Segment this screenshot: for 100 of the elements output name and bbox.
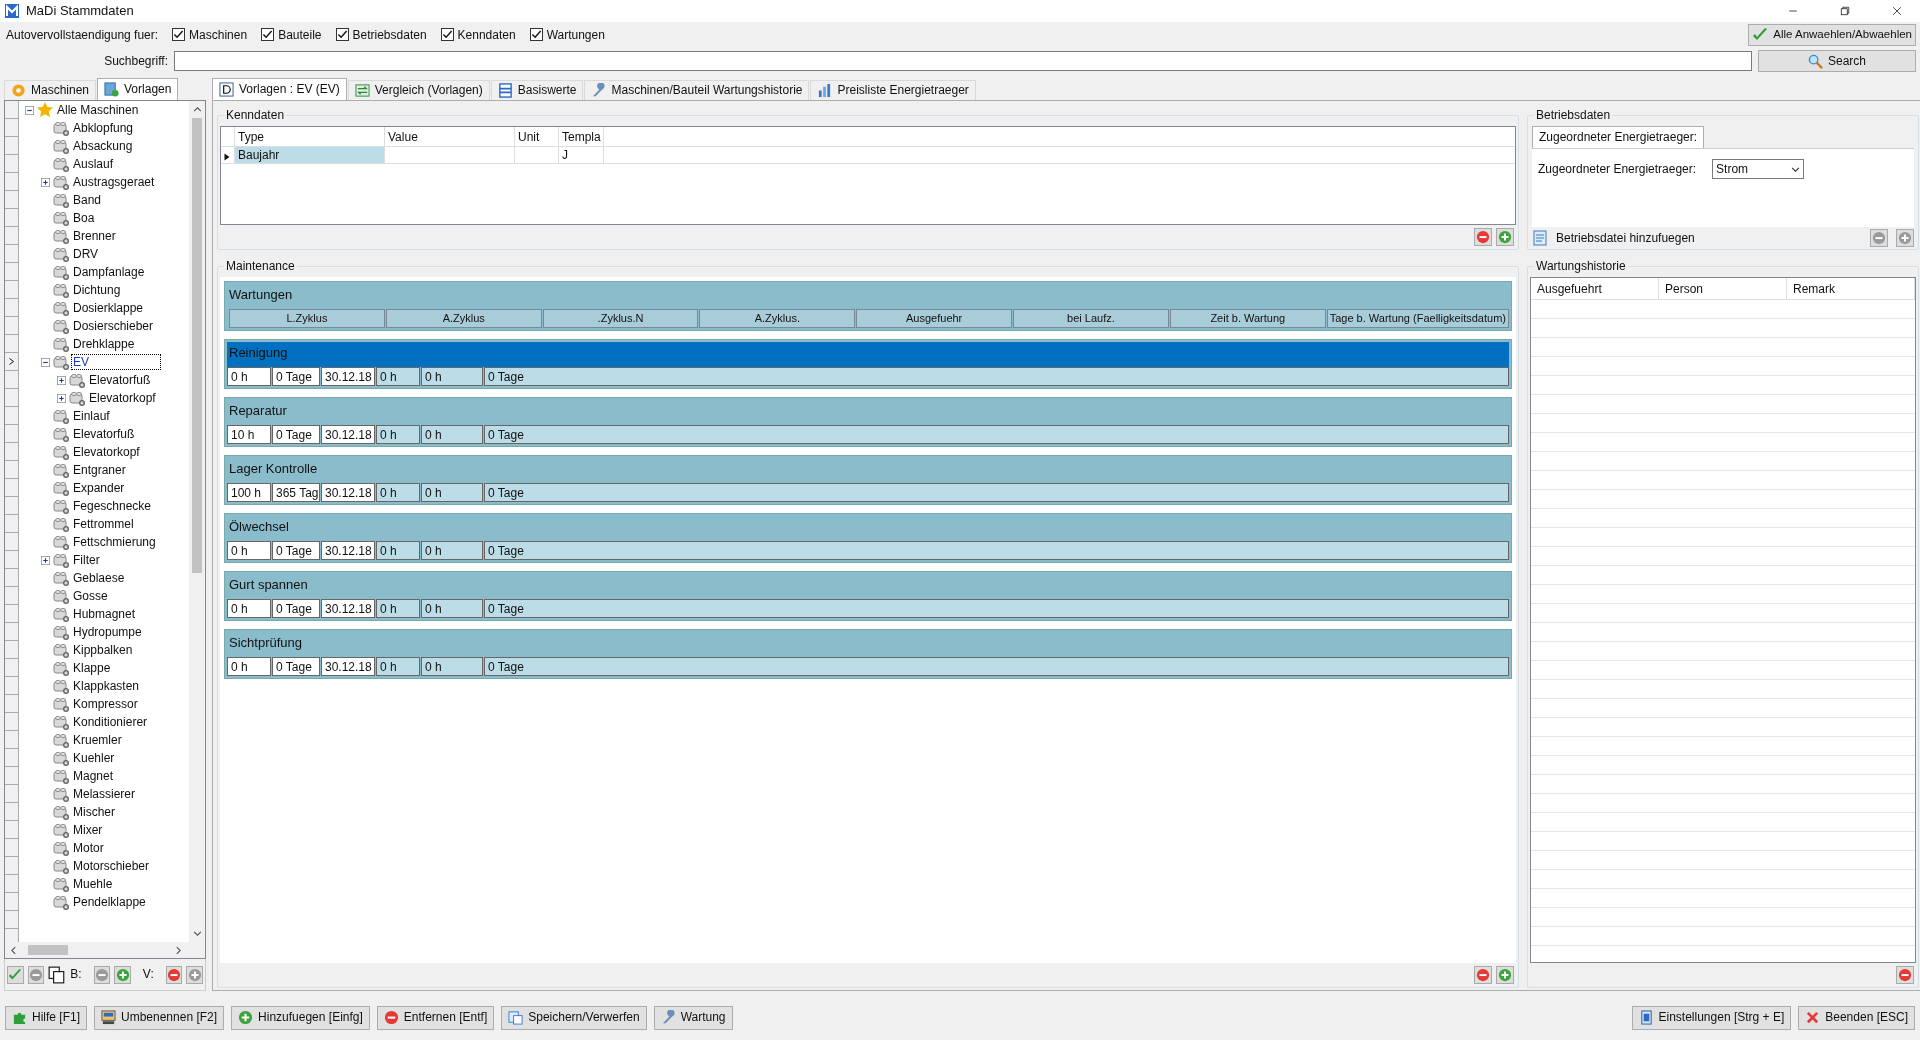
- checkbox-box[interactable]: [261, 28, 275, 42]
- tree-item[interactable]: Abklopfung: [72, 120, 135, 136]
- tree-item[interactable]: Dampfanlage: [72, 264, 146, 280]
- tree-item[interactable]: Expander: [72, 480, 126, 496]
- remove-button[interactable]: [165, 965, 183, 984]
- tree-item[interactable]: Kuehler: [72, 750, 116, 766]
- toolbar-button[interactable]: Beenden [ESC]: [1798, 1005, 1915, 1030]
- tab[interactable]: Vorlagen: [97, 78, 179, 100]
- tree-item[interactable]: Geblaese: [72, 570, 126, 586]
- toolbar-button[interactable]: Hinzufuegen [Einfg]: [231, 1005, 370, 1030]
- tree-item[interactable]: Mischer: [72, 804, 116, 820]
- tree-item[interactable]: Motor: [72, 840, 105, 856]
- tab[interactable]: Vergleich (Vorlagen): [347, 80, 490, 100]
- tree-item[interactable]: Elevatorfuß: [72, 426, 136, 442]
- tree-item[interactable]: Hubmagnet: [72, 606, 137, 622]
- tree-item[interactable]: Muehle: [72, 876, 114, 892]
- toolbar-button[interactable]: Entfernen [Entf]: [376, 1005, 495, 1030]
- tree-item[interactable]: Klappkasten: [72, 678, 141, 694]
- tab[interactable]: Vorlagen : EV (EV): [212, 78, 347, 100]
- tree-item[interactable]: Brenner: [72, 228, 117, 244]
- checkbox[interactable]: Bauteile: [261, 27, 322, 43]
- tree-item[interactable]: Dosierschieber: [72, 318, 155, 334]
- checkbox[interactable]: Wartungen: [529, 27, 605, 43]
- expand-icon[interactable]: [57, 393, 66, 403]
- link-label[interactable]: Betriebsdatei hinzufuegen: [1556, 230, 1695, 246]
- tree-item[interactable]: Auslauf: [72, 156, 115, 172]
- toolbar-button[interactable]: Speichern/Verwerfen: [501, 1005, 647, 1030]
- search-field[interactable]: [174, 51, 1752, 71]
- tree-item[interactable]: Fettrommel: [72, 516, 135, 532]
- toolbar-button[interactable]: Einstellungen [Strg + E]: [1631, 1005, 1792, 1030]
- section-header[interactable]: Gurt spannen: [227, 574, 1509, 599]
- scrollbar-thumb[interactable]: [192, 118, 202, 573]
- remove-button[interactable]: [1896, 966, 1914, 984]
- tree-item[interactable]: Filter: [72, 552, 101, 568]
- tree-item[interactable]: Band: [72, 192, 103, 208]
- toolbar-button[interactable]: Umbenennen [F2]: [94, 1005, 225, 1030]
- tree-item[interactable]: Alle Maschinen: [56, 102, 140, 118]
- remove-button[interactable]: [1870, 229, 1888, 247]
- add-button[interactable]: [114, 965, 131, 984]
- expand-icon[interactable]: [41, 555, 50, 565]
- toolbar-button[interactable]: Hilfe [F1]: [5, 1005, 87, 1030]
- checkbox-box[interactable]: [529, 28, 543, 42]
- add-button[interactable]: [1496, 228, 1514, 246]
- checkbox[interactable]: Maschinen: [172, 27, 248, 43]
- select-all-button[interactable]: Alle Anwaehlen/Abwaehlen: [1748, 24, 1916, 46]
- tree-item[interactable]: Motorschieber: [72, 858, 151, 874]
- expand-icon[interactable]: [41, 177, 50, 187]
- tree-item[interactable]: Kruemler: [72, 732, 123, 748]
- remove-button[interactable]: [1474, 228, 1492, 246]
- tree-item[interactable]: Einlauf: [72, 408, 111, 424]
- checkbox-box[interactable]: [335, 28, 349, 42]
- tree-item[interactable]: Elevatorfuß: [88, 372, 152, 388]
- tree-item[interactable]: Kompressor: [72, 696, 139, 712]
- tree-item[interactable]: Klappe: [72, 660, 112, 676]
- scrollbar-thumb[interactable]: [28, 945, 68, 955]
- tree-item[interactable]: Absackung: [72, 138, 134, 154]
- expand-icon[interactable]: [57, 375, 66, 385]
- tree-item[interactable]: DRV: [72, 246, 100, 262]
- checkbox[interactable]: Betriebsdaten: [335, 27, 427, 43]
- checkbox-box[interactable]: [440, 28, 454, 42]
- tree-item[interactable]: Fegeschnecke: [72, 498, 153, 514]
- add-button[interactable]: [1496, 966, 1514, 984]
- tree-item[interactable]: Magnet: [72, 768, 115, 784]
- tree-item[interactable]: EV: [72, 354, 160, 370]
- remove-button[interactable]: [27, 965, 45, 984]
- remove-button[interactable]: [1474, 966, 1492, 984]
- collapse-icon[interactable]: [25, 105, 34, 115]
- tab[interactable]: Zugeordneter Energietraeger:: [1532, 126, 1705, 148]
- tree-item[interactable]: Dosierklappe: [72, 300, 145, 316]
- vertical-scrollbar[interactable]: [189, 101, 205, 942]
- checkbox[interactable]: Kenndaten: [440, 27, 516, 43]
- tab[interactable]: Maschinen: [4, 80, 97, 100]
- section-header[interactable]: Ölwechsel: [227, 516, 1509, 541]
- tree-item[interactable]: Austragsgeraet: [72, 174, 156, 190]
- remove-button[interactable]: [93, 965, 111, 984]
- tab[interactable]: Basiswerte: [490, 80, 584, 100]
- tree-item[interactable]: Entgraner: [72, 462, 127, 478]
- tree-item[interactable]: Dichtung: [72, 282, 122, 298]
- tree-item[interactable]: Mixer: [72, 822, 104, 838]
- tree-item[interactable]: Gosse: [72, 588, 109, 604]
- toolbar-button[interactable]: Wartung: [653, 1005, 733, 1030]
- tree-item[interactable]: Hydropumpe: [72, 624, 143, 640]
- tree-item[interactable]: Elevatorkopf: [88, 390, 157, 406]
- collapse-icon[interactable]: [41, 357, 50, 367]
- dropdown[interactable]: Strom: [1712, 159, 1805, 179]
- section-header[interactable]: Reinigung: [227, 342, 1509, 367]
- checkbox-box[interactable]: [172, 28, 186, 42]
- tree-item[interactable]: Melassierer: [72, 786, 136, 802]
- search-button[interactable]: Search: [1758, 50, 1916, 72]
- tree-item[interactable]: Konditionierer: [72, 714, 149, 730]
- add-button[interactable]: [1896, 229, 1914, 247]
- section-header[interactable]: Reparatur: [227, 400, 1509, 425]
- tree-item[interactable]: Boa: [72, 210, 96, 226]
- tree-item[interactable]: Drehklappe: [72, 336, 136, 352]
- horizontal-scrollbar[interactable]: [5, 942, 205, 958]
- section-header[interactable]: Lager Kontrolle: [227, 458, 1509, 483]
- tab[interactable]: Maschinen/Bauteil Wartungshistorie: [584, 80, 810, 100]
- tab[interactable]: Preisliste Energietraeger: [810, 80, 976, 100]
- tree-item[interactable]: Pendelklappe: [72, 894, 147, 910]
- tree-item[interactable]: Fettschmierung: [72, 534, 157, 550]
